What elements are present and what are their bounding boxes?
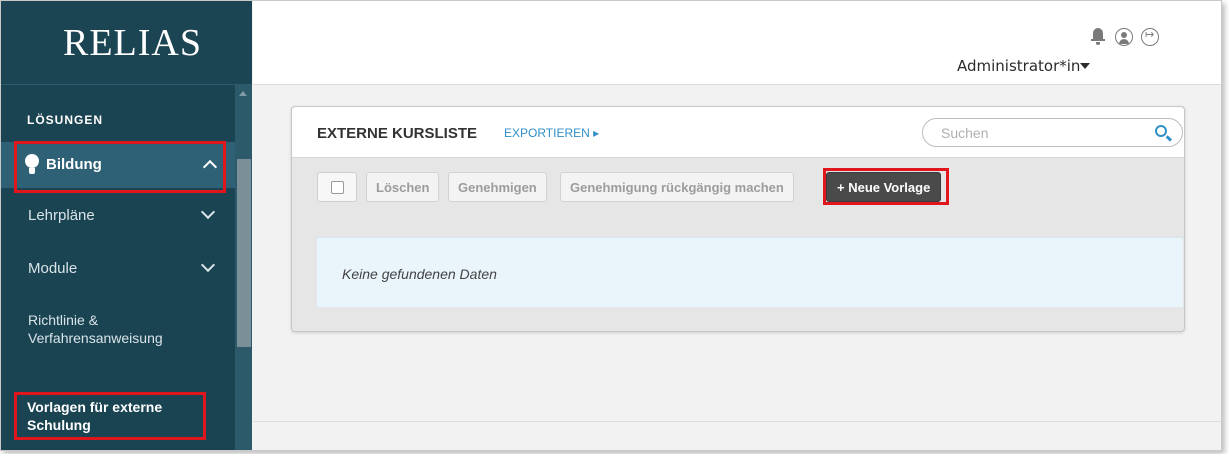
select-all-checkbox[interactable] xyxy=(317,172,357,202)
sidebar-item-lehrplaene[interactable]: Lehrpläne xyxy=(1,203,235,227)
highlight-new-template xyxy=(823,168,949,205)
relias-logo[interactable]: RELIAS xyxy=(63,21,202,65)
export-link[interactable]: EXPORTIEREN ▸ xyxy=(504,126,599,140)
search-icon[interactable] xyxy=(1155,125,1167,137)
search-input[interactable] xyxy=(941,125,1141,141)
top-header: ↦ Administrator*in xyxy=(253,1,1221,85)
empty-state: Keine gefundenen Daten xyxy=(317,237,1183,307)
external-course-list-card: EXTERNE KURSLISTE EXPORTIEREN ▸ Löschen … xyxy=(291,106,1185,332)
logout-icon[interactable]: ↦ xyxy=(1141,28,1159,46)
sidebar-item-label: Lehrpläne xyxy=(28,207,95,224)
sidebar: RELIAS LÖSUNGEN Bildung Lehrpläne Module… xyxy=(1,1,252,450)
bell-icon[interactable] xyxy=(1091,28,1105,45)
delete-button[interactable]: Löschen xyxy=(366,172,440,202)
sidebar-item-richtlinie[interactable]: Richtlinie & Verfahrensanweisung xyxy=(1,309,235,373)
chevron-down-icon xyxy=(200,204,216,220)
user-menu[interactable]: Administrator*in xyxy=(957,57,1080,75)
nav-heading: LÖSUNGEN xyxy=(27,113,104,127)
logo-area: RELIAS xyxy=(1,1,252,85)
app-window: RELIAS LÖSUNGEN Bildung Lehrpläne Module… xyxy=(0,0,1222,451)
card-title: EXTERNE KURSLISTE xyxy=(317,125,478,142)
highlight-vorlagen xyxy=(14,392,206,440)
user-circle-icon[interactable] xyxy=(1115,28,1133,46)
sidebar-item-label: Module xyxy=(28,260,78,277)
revoke-approval-button[interactable]: Genehmigung rückgängig machen xyxy=(560,172,794,202)
search-box xyxy=(922,118,1183,147)
scroll-up-arrow-icon[interactable] xyxy=(239,91,247,96)
caret-down-icon[interactable] xyxy=(1080,63,1090,69)
scrollbar-thumb[interactable] xyxy=(237,159,251,347)
main-content: EXTERNE KURSLISTE EXPORTIEREN ▸ Löschen … xyxy=(253,86,1221,450)
sidebar-item-label: Richtlinie & Verfahrensanweisung xyxy=(28,312,163,346)
highlight-bildung xyxy=(14,141,226,193)
card-header: EXTERNE KURSLISTE EXPORTIEREN ▸ xyxy=(292,107,1184,158)
sidebar-item-module[interactable]: Module xyxy=(1,256,235,280)
chevron-down-icon xyxy=(200,257,216,273)
approve-button[interactable]: Genehmigen xyxy=(448,172,547,202)
empty-message: Keine gefundenen Daten xyxy=(342,266,497,282)
divider xyxy=(253,421,1221,422)
